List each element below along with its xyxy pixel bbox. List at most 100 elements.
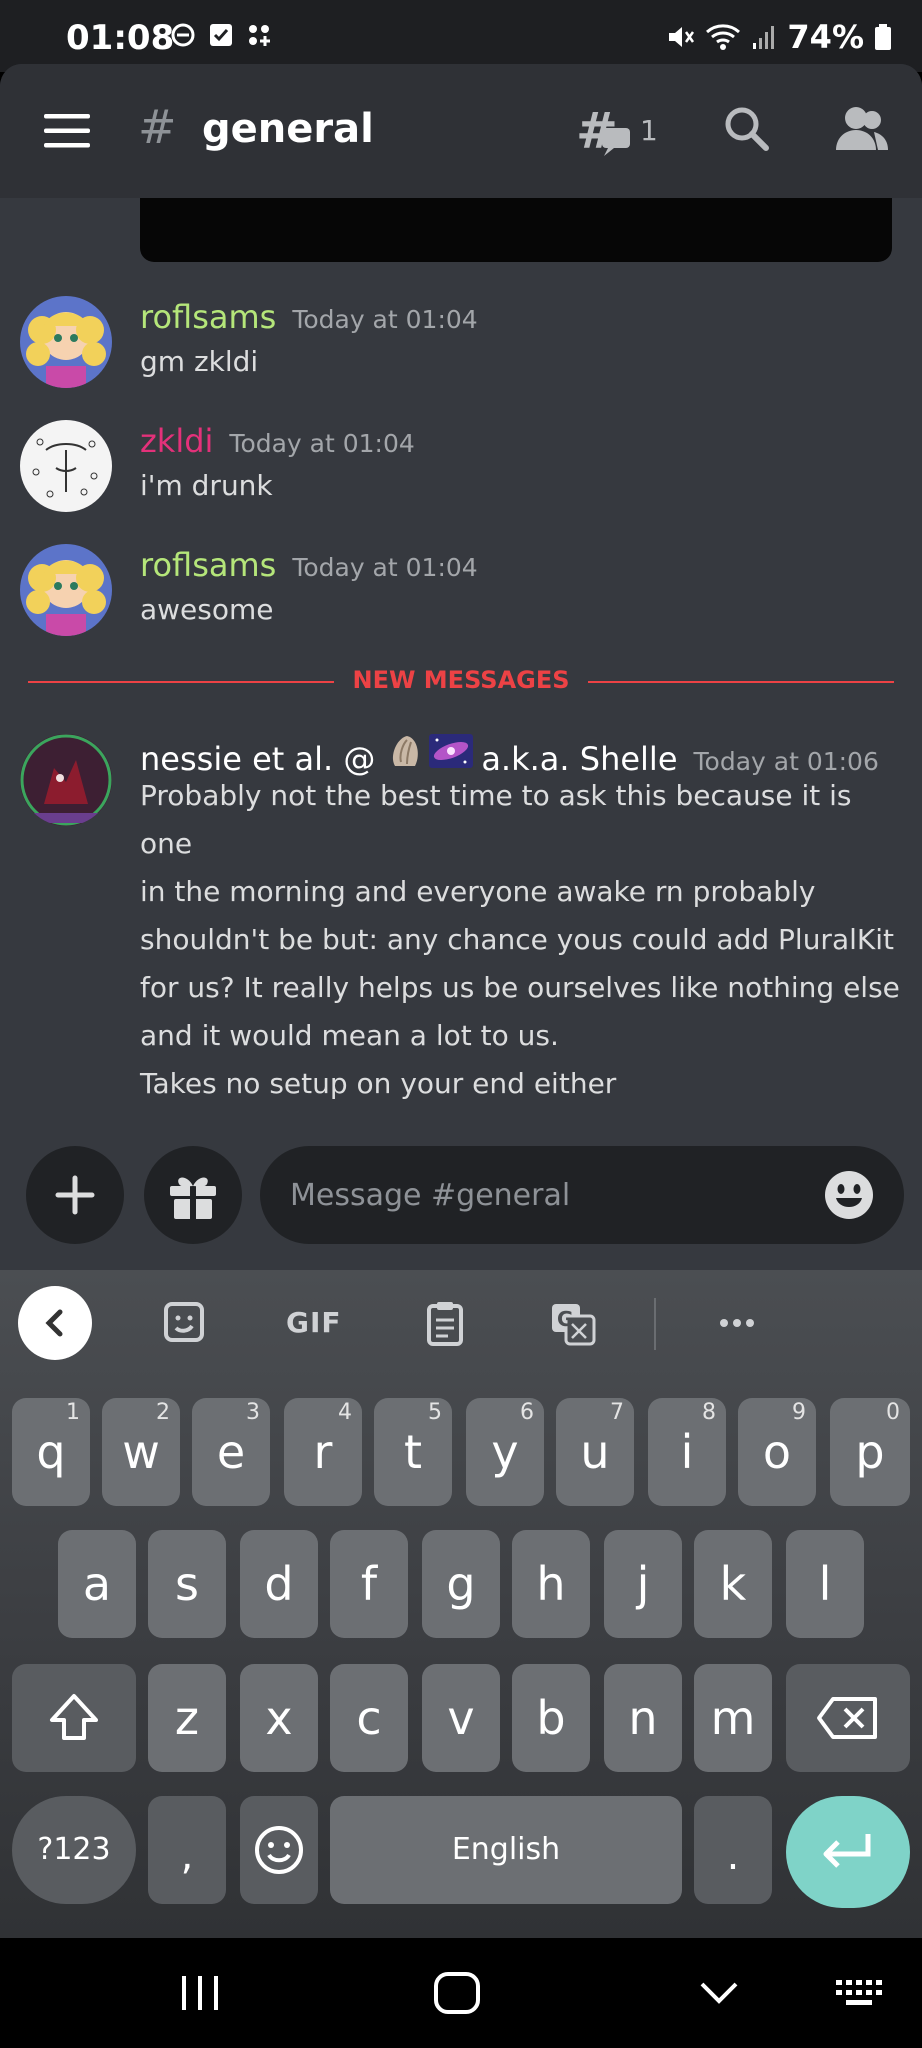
status-icons-left <box>170 22 272 48</box>
hamburger-menu-icon[interactable] <box>44 114 90 148</box>
wifi-icon <box>706 24 741 50</box>
channel-hash-icon: # <box>138 100 177 154</box>
avatar[interactable] <box>20 734 112 826</box>
message-text: Probably not the best time to ask this b… <box>140 779 900 1100</box>
key-r[interactable]: r4 <box>284 1398 362 1506</box>
key-z[interactable]: z <box>148 1664 226 1772</box>
key-x[interactable]: x <box>240 1664 318 1772</box>
message-text: awesome <box>140 593 274 626</box>
keyboard-back-button[interactable] <box>18 1286 92 1360</box>
key-d[interactable]: d <box>240 1530 318 1638</box>
avatar[interactable] <box>20 420 112 512</box>
android-nav-bar <box>0 1938 922 2048</box>
avatar[interactable] <box>20 296 112 388</box>
emoji-key[interactable] <box>240 1796 318 1904</box>
dnd-icon <box>171 23 195 47</box>
message-input-wrapper <box>260 1146 904 1244</box>
add-attachment-button[interactable] <box>26 1146 124 1244</box>
discord-app: # general # 1 roflsams Today at 01:04 gm… <box>0 64 922 1270</box>
key-g[interactable]: g <box>422 1530 500 1638</box>
mute-icon <box>669 27 695 47</box>
message-author[interactable]: zkldi <box>140 422 213 460</box>
message-text: i'm drunk <box>140 469 273 502</box>
keyboard-toolbar: GIF G <box>0 1270 922 1380</box>
symbols-key[interactable]: ?123 <box>12 1796 136 1904</box>
status-bar: 01:08 74% <box>0 0 922 72</box>
new-messages-label: NEW MESSAGES <box>334 666 588 694</box>
key-y[interactable]: y6 <box>466 1398 544 1506</box>
key-b[interactable]: b <box>512 1664 590 1772</box>
key-q[interactable]: q1 <box>12 1398 90 1506</box>
message-author[interactable]: roflsams <box>140 546 276 584</box>
message-timestamp: Today at 01:04 <box>292 553 478 582</box>
key-a[interactable]: a <box>58 1530 136 1638</box>
key-n[interactable]: n <box>604 1664 682 1772</box>
key-c[interactable]: c <box>330 1664 408 1772</box>
galaxy-emoji-icon <box>429 732 474 774</box>
backspace-key[interactable] <box>786 1664 910 1772</box>
svg-text:G: G <box>557 1307 573 1331</box>
channel-header: # general # 1 <box>0 64 922 198</box>
keyboard-switch-icon[interactable] <box>834 1968 888 2018</box>
enter-key[interactable] <box>786 1796 910 1908</box>
threads-count: 1 <box>640 114 658 147</box>
key-s[interactable]: s <box>148 1530 226 1638</box>
key-e[interactable]: e3 <box>192 1398 270 1506</box>
smiley-icon <box>255 1826 303 1874</box>
new-messages-divider: NEW MESSAGES <box>28 666 894 696</box>
media-embed[interactable] <box>140 198 892 262</box>
soft-keyboard: GIF G q1 w2 e3 r4 t5 y6 u7 i8 o9 p0 a s … <box>0 1270 922 1938</box>
chevron-down-icon[interactable] <box>694 1968 744 2018</box>
key-l[interactable]: l <box>786 1530 864 1638</box>
key-k[interactable]: k <box>694 1530 772 1638</box>
battery-level: 74% <box>787 18 864 56</box>
space-key[interactable]: English <box>330 1796 682 1904</box>
toolbar-separator <box>654 1298 656 1350</box>
key-t[interactable]: t5 <box>374 1398 452 1506</box>
recent-apps-icon[interactable] <box>176 1968 226 2018</box>
backspace-icon <box>817 1697 877 1739</box>
message-composer <box>0 1146 922 1256</box>
emoji-icon[interactable] <box>824 1170 874 1220</box>
shift-icon <box>50 1694 98 1740</box>
signal-icon <box>753 26 775 49</box>
translate-icon[interactable]: G <box>548 1298 598 1348</box>
avatar[interactable] <box>20 544 112 636</box>
key-h[interactable]: h <box>512 1530 590 1638</box>
clipboard-icon[interactable] <box>420 1298 470 1348</box>
message-timestamp: Today at 01:04 <box>292 305 478 334</box>
key-p[interactable]: p0 <box>830 1398 910 1506</box>
shift-key[interactable] <box>12 1664 136 1772</box>
sticker-icon[interactable] <box>160 1298 210 1348</box>
comma-key[interactable]: , <box>148 1796 226 1904</box>
chevron-left-icon <box>45 1309 63 1337</box>
key-o[interactable]: o9 <box>738 1398 816 1506</box>
plus-icon <box>55 1175 95 1215</box>
search-icon[interactable] <box>722 104 772 154</box>
more-options-icon[interactable] <box>712 1298 762 1348</box>
message-author[interactable]: roflsams <box>140 298 276 336</box>
home-icon[interactable] <box>432 1968 484 2018</box>
key-u[interactable]: u7 <box>556 1398 634 1506</box>
gift-icon <box>170 1177 216 1219</box>
check-square-icon <box>210 24 232 46</box>
message-header: roflsams Today at 01:04 <box>140 546 478 584</box>
key-m[interactable]: m <box>694 1664 772 1772</box>
battery-icon <box>875 24 891 50</box>
message-timestamp: Today at 01:04 <box>229 429 415 458</box>
key-v[interactable]: v <box>422 1664 500 1772</box>
key-j[interactable]: j <box>604 1530 682 1638</box>
channel-title[interactable]: general <box>202 106 374 152</box>
enter-icon <box>823 1834 871 1868</box>
members-icon[interactable] <box>834 104 890 154</box>
key-f[interactable]: f <box>330 1530 408 1638</box>
key-w[interactable]: w2 <box>102 1398 180 1506</box>
message-input[interactable] <box>290 1170 810 1220</box>
period-key[interactable]: . <box>694 1796 772 1904</box>
gif-button[interactable]: GIF <box>286 1306 342 1339</box>
gift-button[interactable] <box>144 1146 242 1244</box>
status-icons-right: 74% <box>665 18 892 56</box>
key-i[interactable]: i8 <box>648 1398 726 1506</box>
message-header: zkldi Today at 01:04 <box>140 422 415 460</box>
status-time: 01:08 <box>66 18 175 58</box>
